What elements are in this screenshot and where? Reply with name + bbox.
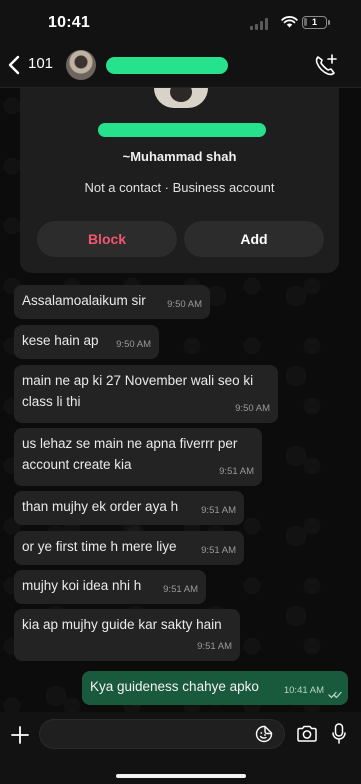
message-time: 9:50 AM bbox=[167, 299, 202, 310]
microphone-icon[interactable] bbox=[332, 723, 346, 745]
status-time: 10:41 bbox=[48, 14, 90, 31]
message-time: 9:51 AM bbox=[201, 545, 236, 556]
message-bubble[interactable]: or ye first time h mere liye 9:51 AM bbox=[14, 531, 244, 565]
contact-avatar[interactable] bbox=[66, 50, 96, 80]
back-button[interactable]: 101 bbox=[8, 53, 54, 77]
unread-count: 101 bbox=[28, 55, 54, 72]
plus-icon[interactable] bbox=[10, 725, 30, 745]
message-bubble[interactable]: than mujhy ek order aya h 9:51 AM bbox=[14, 491, 244, 525]
message-bubble[interactable]: Assalamoalaikum sir 9:50 AM bbox=[14, 285, 210, 319]
message-text: main ne ap ki 27 November wali seo ki cl… bbox=[22, 373, 254, 409]
message-bubble[interactable]: kese hain ap 9:50 AM bbox=[14, 325, 159, 359]
camera-icon[interactable] bbox=[296, 724, 318, 744]
contact-status: Not a contact · Business account bbox=[84, 180, 275, 195]
message-time: 9:51 AM bbox=[219, 466, 254, 477]
sticker-icon[interactable] bbox=[255, 725, 273, 743]
message-bubble[interactable]: kia ap mujhy guide kar sakty hain 9:51 A… bbox=[14, 609, 240, 661]
message-text: mujhy koi idea nhi h bbox=[22, 578, 142, 593]
contact-handle: ~Muhammad shah bbox=[122, 149, 237, 164]
status-bar: 10:41 1 bbox=[0, 0, 361, 44]
message-time: 9:51 AM bbox=[197, 641, 232, 652]
message-time: 10:41 AM bbox=[283, 685, 324, 696]
contact-name-redacted[interactable] bbox=[106, 57, 228, 74]
message-text: us lehaz se main ne apna fiverrr per acc… bbox=[22, 436, 238, 472]
message-time: 9:51 AM bbox=[201, 505, 236, 516]
message-text: or ye first time h mere liye bbox=[22, 539, 177, 554]
message-time: 9:50 AM bbox=[235, 403, 270, 414]
battery-level: 1 bbox=[311, 17, 317, 27]
read-receipt-icon bbox=[328, 691, 342, 699]
message-composer bbox=[0, 712, 361, 784]
add-call-icon[interactable] bbox=[313, 53, 339, 79]
signal-icon bbox=[250, 18, 272, 30]
message-text: Assalamoalaikum sir bbox=[22, 293, 146, 308]
message-text: kia ap mujhy guide kar sakty hain bbox=[22, 617, 222, 632]
message-time: 9:50 AM bbox=[116, 339, 151, 350]
block-button[interactable]: Block bbox=[37, 221, 177, 257]
contact-name-redacted-large bbox=[98, 123, 266, 137]
battery-icon: 1 bbox=[302, 16, 330, 29]
message-input[interactable] bbox=[39, 719, 285, 749]
message-text: kese hain ap bbox=[22, 333, 99, 348]
contact-avatar-large bbox=[154, 88, 208, 108]
chevron-left-icon bbox=[8, 55, 20, 75]
add-contact-button[interactable]: Add bbox=[184, 221, 324, 257]
message-bubble[interactable]: main ne ap ki 27 November wali seo ki cl… bbox=[14, 365, 278, 423]
message-text: than mujhy ek order aya h bbox=[22, 499, 179, 514]
message-time: 9:51 AM bbox=[163, 584, 198, 595]
chat-header: 101 bbox=[0, 44, 361, 88]
home-indicator bbox=[116, 774, 246, 778]
wifi-icon bbox=[281, 16, 298, 28]
message-bubble[interactable]: mujhy koi idea nhi h 9:51 AM bbox=[14, 570, 206, 604]
message-bubble[interactable]: us lehaz se main ne apna fiverrr per acc… bbox=[14, 428, 262, 486]
message-text: Kya guideness chahye apko bbox=[90, 679, 259, 694]
message-bubble-outgoing[interactable]: Kya guideness chahye apko 10:41 AM bbox=[82, 671, 348, 705]
contact-info-card: ~Muhammad shah Not a contact · Business … bbox=[20, 88, 339, 273]
